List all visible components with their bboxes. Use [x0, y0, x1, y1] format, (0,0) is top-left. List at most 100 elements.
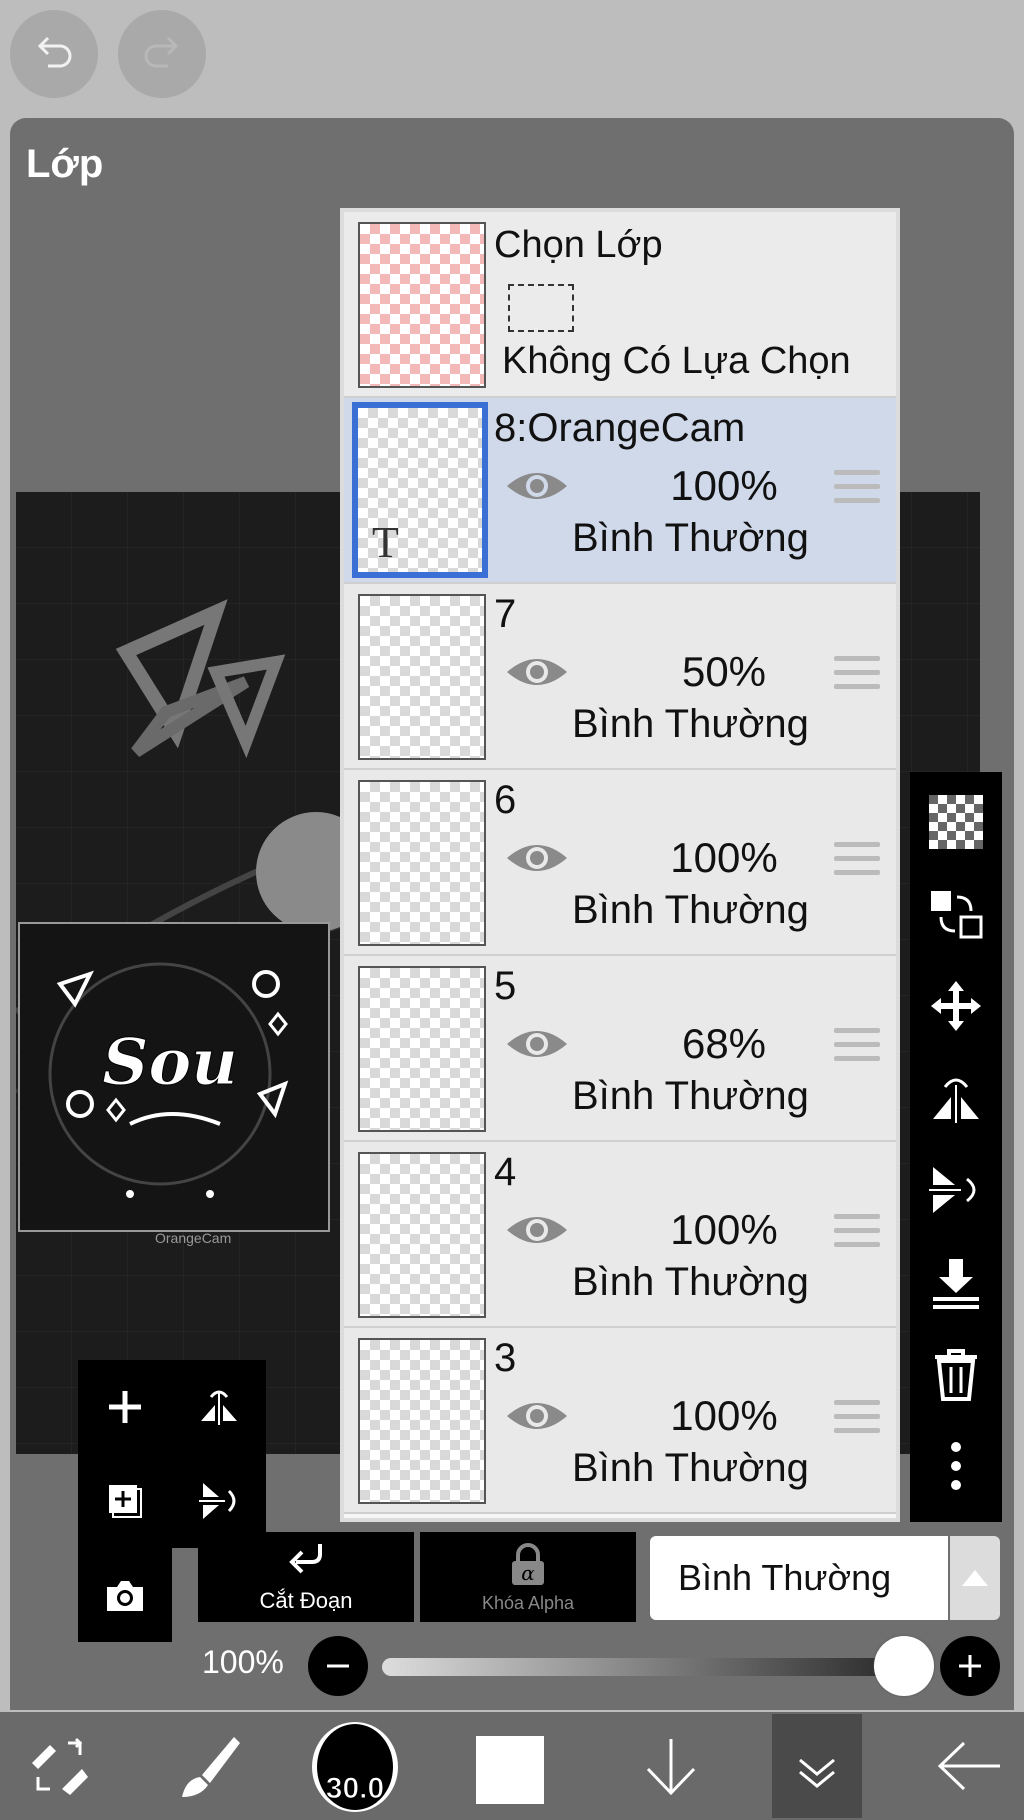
plus-icon [959, 1655, 981, 1677]
flip-horizontal-icon [201, 1390, 237, 1425]
flip-vertical-button[interactable] [910, 1144, 1002, 1236]
tool-switch-button[interactable] [14, 1712, 104, 1820]
move-button[interactable] [910, 960, 1002, 1052]
selection-layer-thumbnail [358, 222, 486, 388]
selection-marquee-icon [508, 284, 574, 332]
text-layer-glyph: T [372, 518, 399, 567]
brush-size-value: 30.0 [325, 1772, 385, 1806]
drag-handle-icon[interactable] [834, 1028, 880, 1062]
layer-opacity-control: 100% [0, 1636, 1024, 1698]
layer-thumbnail [358, 780, 486, 946]
layer-thumbnail [358, 1338, 486, 1504]
layer-name: 4 [494, 1150, 517, 1194]
eye-icon[interactable] [504, 1210, 570, 1250]
trash-icon [935, 1349, 977, 1401]
layer-panel-toggle[interactable] [772, 1714, 862, 1818]
add-layer-copy-icon [109, 1485, 142, 1518]
plus-icon [109, 1391, 141, 1423]
drag-handle-icon[interactable] [834, 842, 880, 876]
arrow-left-icon [937, 1741, 1000, 1791]
brush-icon [182, 1737, 240, 1797]
opacity-increase-button[interactable] [940, 1636, 1000, 1696]
layer-row[interactable]: 6 100% Bình Thường [344, 770, 896, 956]
layer-list[interactable]: Chọn Lớp Không Có Lựa Chọn T 8:OrangeCam… [340, 208, 900, 1522]
brush-tool-button[interactable] [164, 1712, 254, 1820]
layer-blend-mode: Bình Thường [572, 1260, 809, 1304]
flip-horizontal-button[interactable] [172, 1360, 266, 1454]
layer-thumbnail: T [352, 402, 488, 578]
selection-status: Không Có Lựa Chọn [502, 340, 851, 382]
eye-icon[interactable] [504, 1024, 570, 1064]
delete-layer-button[interactable] [910, 1328, 1002, 1420]
add-image-layer-button[interactable] [78, 1454, 172, 1548]
layer-name: 8:OrangeCam [494, 406, 746, 450]
svg-text:α: α [521, 1561, 535, 1585]
flip-horizontal-button[interactable] [910, 1052, 1002, 1144]
add-layer-button[interactable] [78, 1360, 172, 1454]
triangle-up-icon [962, 1570, 988, 1586]
eye-icon[interactable] [504, 466, 570, 506]
canvas-preview-thumbnail: Sou [18, 922, 330, 1232]
layer-thumbnail [358, 594, 486, 760]
layer-opacity: 68% [681, 1020, 767, 1067]
layer-swap-button[interactable] [910, 868, 1002, 960]
layer-row[interactable]: 5 68% Bình Thường [344, 956, 896, 1142]
canvas-watermark: OrangeCam [155, 1230, 232, 1246]
flip-horizontal-icon [933, 1078, 979, 1123]
bottom-toolbar: 30.0 [0, 1712, 1024, 1820]
camera-icon [107, 1581, 143, 1611]
brush-size-button[interactable]: 30.0 [312, 1722, 398, 1812]
redo-icon [144, 36, 179, 68]
down-arrow-button[interactable] [626, 1712, 716, 1820]
alpha-lock-label: Khóa Alpha [481, 1593, 575, 1613]
right-layer-toolbar [910, 772, 1002, 1522]
layer-opacity: 100% [670, 1392, 778, 1439]
undo-button[interactable] [10, 10, 98, 98]
opacity-slider-track[interactable] [382, 1658, 922, 1676]
merge-down-button[interactable] [910, 1236, 1002, 1328]
eye-icon[interactable] [504, 1396, 570, 1436]
layer-row[interactable]: 3 100% Bình Thường [344, 1328, 896, 1514]
checkerboard-icon [929, 795, 983, 849]
move-arrows-icon [931, 981, 981, 1031]
drag-handle-icon[interactable] [834, 1214, 880, 1248]
alpha-lock-button[interactable]: α Khóa Alpha [420, 1532, 636, 1622]
blend-mode-select[interactable]: Bình Thường [650, 1536, 948, 1620]
color-swatch-button[interactable] [476, 1736, 544, 1804]
layer-thumbnail [358, 966, 486, 1132]
minus-icon [327, 1664, 349, 1668]
more-options-button[interactable] [910, 1420, 1002, 1512]
drag-handle-icon[interactable] [834, 470, 880, 504]
layer-opacity: 100% [670, 1206, 778, 1253]
layer-blend-mode: Bình Thường [572, 702, 809, 746]
preview-artwork: Sou [20, 924, 328, 1230]
back-button[interactable] [924, 1712, 1014, 1820]
layer-row[interactable]: T 8:OrangeCam 100% Bình Thường [344, 398, 896, 584]
layer-opacity: 100% [670, 834, 778, 881]
camera-layer-button[interactable] [78, 1548, 172, 1642]
chevron-double-down-icon [799, 1758, 835, 1788]
layer-row[interactable]: 7 50% Bình Thường [344, 584, 896, 770]
layer-thumbnail [358, 1152, 486, 1318]
layer-opacity: 50% [681, 648, 767, 695]
transparency-button[interactable] [910, 776, 1002, 868]
opacity-value: 100% [202, 1644, 284, 1680]
opacity-slider-knob[interactable] [874, 1636, 934, 1696]
clipping-button[interactable]: Cắt Đoạn [198, 1532, 414, 1622]
blend-mode-dropdown-button[interactable] [950, 1536, 1000, 1620]
layer-row[interactable]: 4 100% Bình Thường [344, 1142, 896, 1328]
brush-eraser-switch-icon [32, 1737, 88, 1795]
drag-handle-icon[interactable] [834, 1400, 880, 1434]
opacity-decrease-button[interactable] [308, 1636, 368, 1696]
selection-layer-title: Chọn Lớp [494, 224, 663, 266]
undo-icon [37, 36, 72, 68]
layer-name: 6 [494, 778, 517, 822]
selection-layer-row[interactable]: Chọn Lớp Không Có Lựa Chọn [344, 212, 896, 398]
layer-opacity: 100% [670, 462, 778, 509]
redo-button[interactable] [118, 10, 206, 98]
eye-icon[interactable] [504, 838, 570, 878]
eye-icon[interactable] [504, 652, 570, 692]
drag-handle-icon[interactable] [834, 656, 880, 690]
layer-name: 5 [494, 964, 517, 1008]
svg-text:Sou: Sou [102, 1025, 237, 1100]
